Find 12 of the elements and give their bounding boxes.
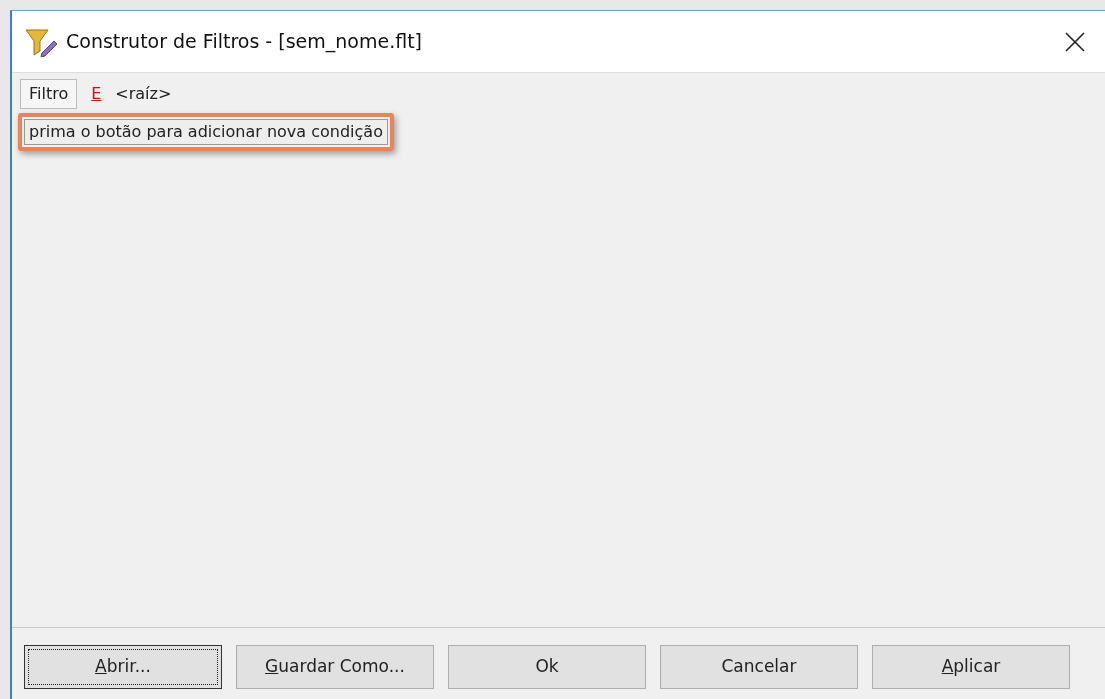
root-node[interactable]: <raíz> [115,82,172,106]
operator-link[interactable]: E [91,82,102,106]
dialog-button[interactable]: Aplicar [872,645,1070,689]
dialog-button[interactable]: Guardar Como... [236,645,434,689]
window-title: Construtor de Filtros - [sem_nome.flt] [66,29,422,55]
dialog-button[interactable]: Ok [448,645,646,689]
dialog-button[interactable]: Cancelar [660,645,858,689]
add-condition-hint[interactable]: prima o botão para adicionar nova condição [24,119,388,145]
dialog-button[interactable]: Abrir... [24,645,222,689]
funnel-icon [24,26,58,57]
close-icon[interactable] [1065,31,1085,52]
filter-tab[interactable]: Filtro [20,79,78,109]
